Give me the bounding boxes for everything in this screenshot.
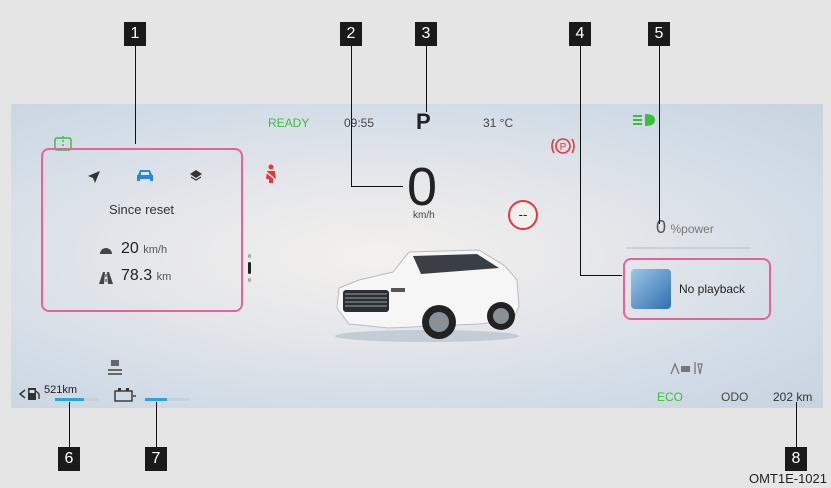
leader-line-8 [796,402,797,447]
speed-value: 0 [407,157,438,217]
media-panel[interactable]: No playback [623,258,771,320]
callout-3: 3 [415,22,437,46]
callout-2: 2 [340,22,362,46]
leader-line-4a [580,46,581,275]
power-unit: %power [670,222,714,236]
odometer-value: 202 km [773,390,813,404]
speed-limit-sign: -- [508,200,538,230]
vehicle-image [335,249,520,342]
trip-heading: Since reset [109,202,175,217]
svg-text:P: P [560,142,567,153]
leader-line-6 [69,402,70,447]
instrument-cluster-display: READY 09:55 P 31 °C P Since reset 20 km/… [11,104,823,408]
media-status: No playback [679,282,746,296]
trip-distance-value: 78.3 [121,267,153,284]
leader-line-4b [580,275,622,276]
gear-indicator: P [416,109,431,134]
outside-temperature: 31 °C [483,116,514,130]
callout-1: 1 [124,22,146,46]
figure-code: OMT1E-1021 [748,471,827,486]
vehicle-icon[interactable] [135,168,155,184]
leader-line-3 [426,46,427,112]
speed-limit-value: -- [518,207,528,222]
road-distance-icon [99,272,113,284]
leader-line-7 [156,402,157,447]
speed-unit: km/h [413,210,435,221]
headlight-icon [633,114,655,126]
ready-indicator: READY [268,116,310,130]
panel-page-indicator[interactable] [248,254,251,286]
fuel-level-bar [55,398,99,401]
callout-8: 8 [785,447,807,471]
power-value: 0 [656,217,667,237]
leader-line-2a [351,46,352,186]
average-speed-value: 20 [121,240,139,257]
callout-6: 6 [58,447,80,471]
trip-info-panel: Since reset 20 km/h 78.3 km [41,148,243,312]
fuel-level-fill [55,398,84,401]
drive-mode: ECO [657,390,684,404]
callout-4: 4 [569,22,591,46]
clock: 09:55 [344,116,375,130]
battery-level-bar [145,398,189,401]
trip-distance: 78.3 km [121,267,171,285]
fuel-pump-icon [19,388,40,400]
speedometer-icon [100,248,112,254]
power-bar [627,247,751,249]
battery-icon [114,388,136,402]
following-distance-icon [670,362,703,375]
average-speed-unit: km/h [143,244,168,256]
range-value: 521km [44,384,78,396]
trip-distance-unit: km [156,271,172,283]
battery-level-fill [145,398,167,401]
odometer-label: ODO [721,390,749,404]
leader-line-2b [351,186,403,187]
callout-7: 7 [145,447,167,471]
callout-5: 5 [648,22,670,46]
parking-brake-icon: P [551,138,575,154]
leader-line-5 [659,46,660,224]
layers-icon[interactable] [189,169,203,183]
power-readout: 0 %power [656,217,714,238]
seatbelt-warning-icon [265,164,277,183]
navigation-icon[interactable] [87,170,101,184]
leader-line-1 [135,46,136,144]
album-art [631,269,671,309]
average-speed: 20 km/h [121,240,167,258]
lane-keeping-icon [108,360,122,375]
